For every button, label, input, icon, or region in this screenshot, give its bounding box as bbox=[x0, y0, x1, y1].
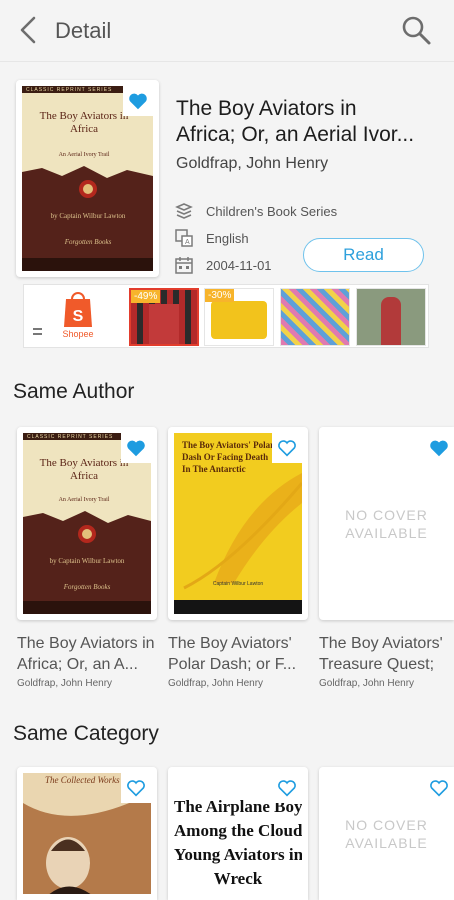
book-card[interactable]: The Boy Aviators' Polar Dash Or Facing D… bbox=[168, 427, 308, 620]
book-cover-image: The Collected Works of bbox=[23, 773, 151, 894]
calendar-icon bbox=[175, 257, 193, 274]
cover-series-text: CLASSIC REPRINT SERIES bbox=[26, 87, 113, 93]
book-authors[interactable]: Goldfrap, John Henry bbox=[176, 155, 328, 173]
cover-subtitle-text: An Aerial Ivory Trail bbox=[58, 497, 110, 503]
shopee-logo[interactable]: S Shopee bbox=[56, 291, 100, 343]
no-cover-text-line2: AVAILABLE bbox=[345, 524, 428, 541]
ad-banner[interactable]: S Shopee -49% -30% bbox=[23, 284, 429, 348]
search-icon[interactable] bbox=[398, 12, 434, 48]
no-cover-text-line1: NO COVER bbox=[345, 506, 428, 523]
section-title-same-category: Same Category bbox=[13, 722, 159, 745]
book-cover-image: CLASSIC REPRINT SERIES The Boy Aviators … bbox=[22, 86, 153, 271]
ad-product-2[interactable]: -30% bbox=[204, 288, 274, 346]
favorite-heart-icon[interactable] bbox=[121, 433, 151, 463]
back-arrow-icon[interactable] bbox=[14, 14, 46, 46]
book-title[interactable]: The Boy Aviators' Treasure Quest; bbox=[319, 633, 454, 675]
book-card[interactable]: NO COVER AVAILABLE bbox=[319, 767, 454, 900]
cover-subtitle-text: An Aerial Ivory Trail bbox=[58, 152, 110, 158]
svg-text:S: S bbox=[73, 308, 84, 325]
book-series-icon bbox=[175, 203, 193, 219]
cover-author-text: by Captain Wilbur Lawton bbox=[50, 212, 126, 220]
book-title-text: The Boy Aviators' Treasure Quest; bbox=[319, 635, 443, 673]
favorite-heart-outline-icon[interactable] bbox=[272, 773, 302, 803]
discount-badge: -49% bbox=[131, 290, 161, 303]
svg-text:A: A bbox=[185, 239, 190, 246]
book-card[interactable]: The Airplane Boy Among the Clouds Young … bbox=[168, 767, 308, 900]
ad-product-1[interactable]: -49% bbox=[129, 288, 199, 346]
cover-series-text: CLASSIC REPRINT SERIES bbox=[27, 434, 114, 440]
favorite-heart-icon[interactable] bbox=[123, 86, 153, 116]
cover-line-2: Among the Clouds bbox=[174, 821, 302, 840]
favorite-heart-outline-icon[interactable] bbox=[424, 773, 454, 803]
book-card[interactable]: CLASSIC REPRINT SERIES The Boy Aviators … bbox=[17, 427, 157, 620]
ad-product-3[interactable] bbox=[280, 288, 350, 346]
no-cover-text-line2: AVAILABLE bbox=[345, 834, 428, 851]
book-title-text: The Boy Aviators in Africa; Or, an A... bbox=[17, 635, 155, 673]
book-cover-image: The Boy Aviators' Polar Dash Or Facing D… bbox=[174, 433, 302, 614]
language-text: English bbox=[206, 230, 249, 246]
series-text: Children's Book Series bbox=[206, 203, 338, 219]
book-author: Goldfrap, John Henry bbox=[319, 678, 415, 689]
discount-badge: -30% bbox=[205, 289, 235, 302]
cover-imprint-text: Forgotten Books bbox=[64, 238, 112, 246]
book-card[interactable]: NO COVER AVAILABLE bbox=[319, 427, 454, 620]
series-row: Children's Book Series bbox=[174, 200, 337, 222]
cover-author-text: Captain Wilbur Lawton bbox=[212, 581, 264, 587]
cover-line-4: Wreck bbox=[213, 869, 263, 888]
book-title[interactable]: The Boy Aviators' Polar Dash; or F... bbox=[168, 633, 318, 675]
book-title[interactable]: The Boy Aviators in Africa; Or, an A... bbox=[17, 633, 167, 675]
cover-author-text: by Captain Wilbur Lawton bbox=[49, 557, 125, 565]
cover-title-text: The Collected Works of bbox=[45, 775, 129, 785]
book-author: Goldfrap, John Henry bbox=[168, 678, 264, 689]
read-button[interactable]: Read bbox=[303, 238, 424, 272]
app-header: Detail bbox=[0, 0, 454, 62]
menu-icon bbox=[33, 328, 42, 335]
book-title-line1: The Boy Aviators in bbox=[176, 97, 357, 120]
cover-imprint-text: Forgotten Books bbox=[63, 583, 111, 591]
book-cover-image: The Airplane Boy Among the Clouds Young … bbox=[174, 773, 302, 894]
book-author: Goldfrap, John Henry bbox=[17, 678, 113, 689]
book-cover-image: CLASSIC REPRINT SERIES The Boy Aviators … bbox=[23, 433, 151, 614]
cover-title-text: The Boy Aviators' Polar Dash Or Facing D… bbox=[182, 440, 274, 474]
cover-line-3: Young Aviators in bbox=[174, 845, 302, 864]
book-cover-card[interactable]: CLASSIC REPRINT SERIES The Boy Aviators … bbox=[16, 80, 159, 277]
no-cover-text-line1: NO COVER bbox=[345, 816, 428, 833]
book-title: The Boy Aviators in Africa; Or, an Aeria… bbox=[176, 96, 440, 148]
date-text: 2004-11-01 bbox=[206, 257, 272, 273]
favorite-heart-outline-icon[interactable] bbox=[121, 773, 151, 803]
book-title-line2: Africa; Or, an Aerial Ivor... bbox=[176, 123, 415, 146]
ad-product-4[interactable] bbox=[356, 288, 426, 346]
section-title-same-author: Same Author bbox=[13, 380, 135, 403]
language-row: A English bbox=[174, 227, 249, 249]
book-card[interactable]: The Collected Works of bbox=[17, 767, 157, 900]
page-title: Detail bbox=[55, 18, 112, 43]
date-row: 2004-11-01 bbox=[174, 254, 272, 276]
favorite-heart-icon[interactable] bbox=[424, 433, 454, 463]
favorite-heart-outline-icon[interactable] bbox=[272, 433, 302, 463]
shopee-label: Shopee bbox=[62, 329, 94, 339]
language-icon: A bbox=[175, 229, 193, 247]
book-title-text: The Boy Aviators' Polar Dash; or F... bbox=[168, 635, 297, 673]
